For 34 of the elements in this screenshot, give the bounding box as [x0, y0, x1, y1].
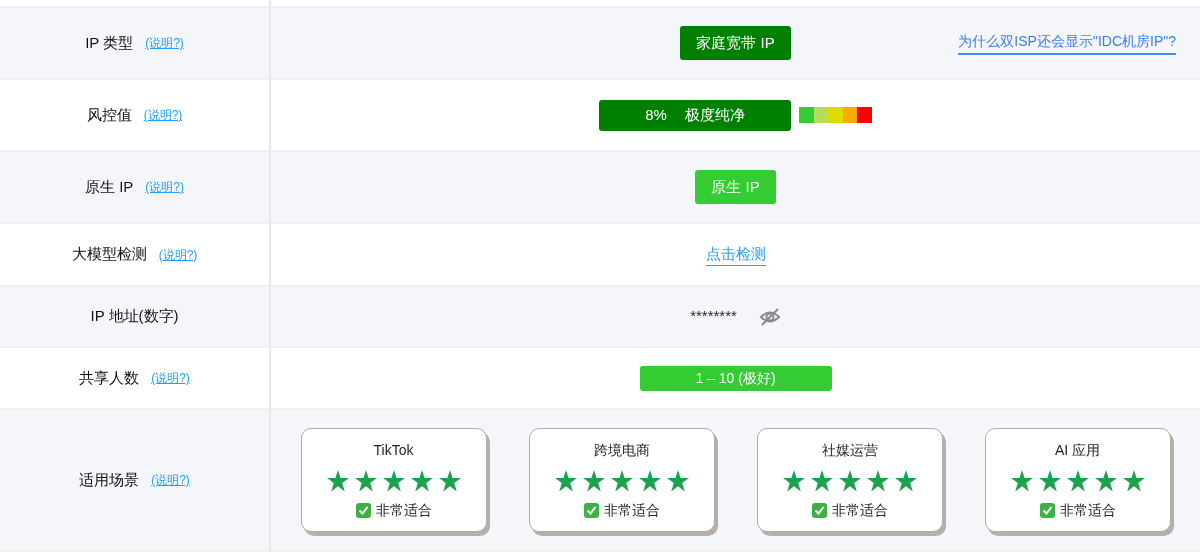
help-link[interactable]: (说明?)	[151, 471, 190, 489]
row-label: IP 地址(数字)	[90, 306, 179, 327]
row-label: IP 类型	[85, 32, 134, 53]
check-link[interactable]: 点击检测	[705, 242, 766, 267]
row-label: 共享人数	[79, 367, 140, 388]
scenario-name: AI 应用	[1054, 440, 1101, 460]
masked-address: ********	[690, 306, 737, 327]
value-badge: 1 – 10 (极好)	[639, 365, 832, 391]
row-label: 大模型检测	[71, 244, 147, 265]
help-link[interactable]: (说明?)	[145, 34, 184, 52]
help-link[interactable]: (说明?)	[158, 245, 198, 264]
help-link[interactable]: (说明?)	[145, 178, 184, 196]
verdict-text: 非常适合	[603, 500, 660, 520]
scenario-name: 跨境电商	[593, 440, 650, 460]
verdict-text: 非常适合	[375, 500, 432, 520]
verdict-text: 非常适合	[831, 500, 888, 520]
scenario-name: 社媒运营	[821, 440, 878, 460]
eye-slash-icon[interactable]	[758, 306, 781, 327]
risk-level: 极度纯净	[684, 104, 745, 125]
check-icon	[355, 502, 371, 518]
value-badge: 原生 IP	[695, 170, 776, 204]
check-icon	[811, 502, 827, 518]
row-label: 风控值	[86, 104, 132, 125]
value-badge: 家庭宽带 IP	[680, 26, 791, 60]
verdict-text: 非常适合	[1059, 500, 1116, 520]
info-link[interactable]: 为什么双ISP还会显示"IDC机房IP"?	[958, 31, 1176, 55]
help-link[interactable]: (说明?)	[151, 369, 190, 387]
help-link[interactable]: (说明?)	[143, 106, 183, 124]
check-icon	[1039, 502, 1055, 518]
risk-percent: 8%	[645, 104, 667, 125]
row-label: 适用场景	[79, 469, 140, 490]
scenario-name: TikTok	[373, 440, 414, 460]
row-label: 原生 IP	[85, 176, 134, 197]
check-icon	[583, 502, 599, 518]
